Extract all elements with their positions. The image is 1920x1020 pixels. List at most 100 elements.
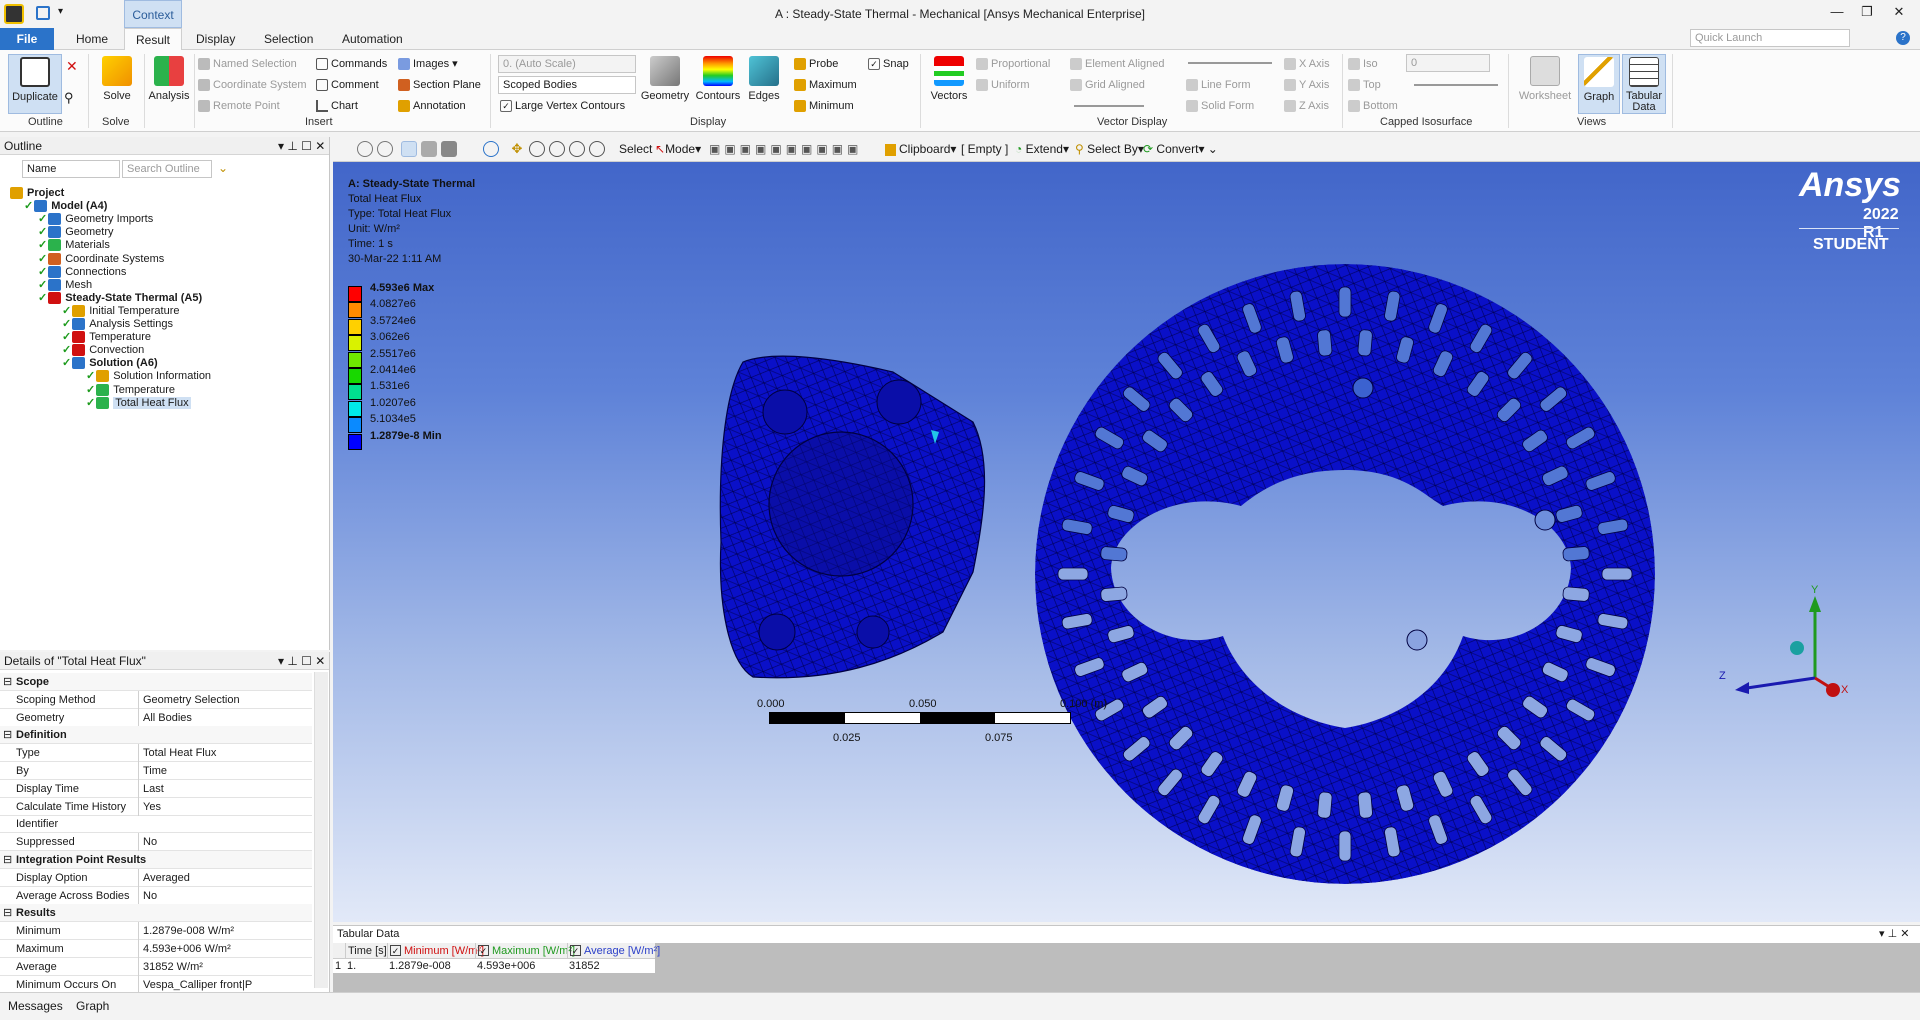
solid-form-button[interactable]: Solid Form [1186,98,1254,115]
tree-item[interactable]: ✓ Total Heat Flux [86,395,191,411]
details-row[interactable]: Minimum Occurs On Vespa_Calliper front|P [0,975,312,994]
maximum-button[interactable]: Maximum [794,77,857,94]
box-zoom-icon[interactable] [549,141,565,157]
tab-result[interactable]: Result [124,28,182,50]
pan-icon[interactable]: ✥ [509,141,525,157]
select-button[interactable]: Select [619,141,652,158]
details-row[interactable]: Average 31852 W/m² [0,957,312,976]
coordinate-system-button[interactable]: Coordinate System [198,77,307,94]
graph-button[interactable]: Graph [1578,54,1620,114]
vectors-button[interactable]: Vectors [926,54,972,114]
details-value[interactable]: Yes [138,797,312,816]
iso-button[interactable]: Iso [1348,56,1378,73]
outline-filter-dropdown[interactable]: Name [22,160,120,178]
analysis-button[interactable]: Analysis [146,54,192,114]
line-form-button[interactable]: Line Form [1186,77,1251,94]
tabular-header-cell[interactable]: ✓ Average [W/m²] [567,943,660,959]
contour-legend[interactable]: 4.593e6 Max 4.0827e6 3.5724e6 3.062e6 2.5517… [348,282,488,456]
named-selection-button[interactable]: Named Selection [198,56,297,73]
edges-view-icon[interactable] [441,141,457,157]
collapse-icon[interactable]: ⊟ [3,851,12,869]
details-row[interactable]: By Time [0,762,312,780]
details-value[interactable]: Time [138,762,312,780]
details-row[interactable]: Minimum 1.2879e-008 W/m² [0,922,312,941]
details-row[interactable]: Maximum 4.593e+006 W/m² [0,940,312,958]
collapse-icon[interactable]: ⊟ [3,726,12,744]
uniform-button[interactable]: Uniform [976,77,1030,94]
brake-disc-model[interactable] [333,162,1920,922]
column-checkbox[interactable]: ✓ [390,945,401,956]
contours-button[interactable]: Contours [694,54,742,114]
details-row[interactable]: Display Time Last [0,779,312,798]
details-value[interactable]: Averaged [138,868,312,887]
tabular-header-cell[interactable]: ✓ Maximum [W/m²] [475,943,575,959]
large-vertex-contours-checkbox[interactable]: ✓ Large Vertex Contours [500,98,625,115]
z-axis-button[interactable]: Z Axis [1284,98,1329,115]
convert-dropdown[interactable]: ⟳ Convert▾ ⌄ [1143,141,1218,158]
details-row[interactable]: Identifier [0,815,312,834]
graph-tab[interactable]: Graph [76,999,109,1013]
collapse-icon[interactable]: ⊟ [3,904,12,922]
details-value[interactable]: 4.593e+006 W/m² [138,940,312,958]
outline-search-input[interactable]: Search Outline [122,160,212,178]
grid-aligned-button[interactable]: Grid Aligned [1070,77,1145,94]
details-row[interactable]: Average Across Bodies No [0,886,312,905]
scale-dropdown[interactable]: 0. (Auto Scale) [498,55,636,73]
zoom-to-fit-icon[interactable] [569,141,585,157]
collapse-icon[interactable]: ⊟ [3,673,12,691]
y-axis-button[interactable]: Y Axis [1284,77,1329,94]
close-button[interactable]: ✕ [1884,4,1914,24]
details-section-header[interactable]: ⊟ Results [0,904,312,923]
mode-dropdown[interactable]: ↖Mode▾ [655,141,701,158]
details-scrollbar[interactable] [314,672,328,988]
edges-button[interactable]: Edges [742,54,786,114]
top-button[interactable]: Top [1348,77,1381,94]
details-value[interactable]: 1.2879e-008 W/m² [138,922,312,941]
tab-display[interactable]: Display [182,28,249,50]
zoom-icon[interactable] [529,141,545,157]
tab-file[interactable]: File [0,28,54,50]
details-value[interactable]: All Bodies [138,708,312,727]
tab-automation[interactable]: Automation [328,28,417,50]
details-value[interactable]: Geometry Selection [138,690,312,709]
geometry-display-button[interactable]: Geometry [640,54,690,114]
details-section-header[interactable]: ⊟ Scope [0,673,312,691]
magnifier-icon[interactable] [589,141,605,157]
duplicate-button[interactable]: Duplicate [8,54,62,114]
commands-button[interactable]: Commands [316,56,387,73]
minimize-button[interactable]: — [1822,4,1852,24]
help-icon[interactable]: ? [1896,31,1910,45]
details-row[interactable]: Type Total Heat Flux [0,744,312,763]
images-button[interactable]: Images ▾ [398,56,458,73]
minimum-button[interactable]: Minimum [794,98,854,115]
comment-button[interactable]: Comment [316,77,379,94]
rotate-icon[interactable] [483,141,499,157]
vector-density-slider[interactable] [1188,62,1272,64]
solve-button[interactable]: Solve [94,54,140,114]
column-checkbox[interactable]: ✓ [478,945,489,956]
filter-options-icon[interactable]: ⌄ [218,161,228,175]
details-row[interactable]: Scoping Method Geometry Selection [0,690,312,709]
scoped-bodies-dropdown[interactable]: Scoped Bodies [498,76,636,94]
details-value[interactable]: No [138,886,312,905]
details-value[interactable]: 31852 W/m² [138,957,312,976]
isosurface-value-input[interactable]: 0 [1406,54,1490,72]
select-by-dropdown[interactable]: ⚲ Select By▾ [1075,141,1144,158]
delete-icon[interactable]: ✕ [66,58,78,75]
tabular-header-cell[interactable]: ✓ Minimum [W/m²] [387,943,484,959]
details-value[interactable]: Vespa_Calliper front|P [138,975,312,994]
tabular-header-cell[interactable]: Time [s] [345,943,387,959]
zoom-out-icon[interactable] [377,141,393,157]
x-axis-button[interactable]: X Axis [1284,56,1330,73]
column-checkbox[interactable]: ✓ [570,945,581,956]
snap-checkbox[interactable]: ✓ Snap [868,56,909,73]
remote-point-button[interactable]: Remote Point [198,98,280,115]
section-plane-button[interactable]: Section Plane [398,77,481,94]
annotation-button[interactable]: Annotation [398,98,466,115]
details-row[interactable]: Suppressed No [0,833,312,852]
clipboard-dropdown[interactable]: Clipboard▾ [885,141,956,158]
chart-button[interactable]: Chart [316,98,358,115]
bottom-button[interactable]: Bottom [1348,98,1398,115]
isosurface-slider[interactable] [1414,84,1498,86]
details-value[interactable]: Total Heat Flux [138,744,312,763]
